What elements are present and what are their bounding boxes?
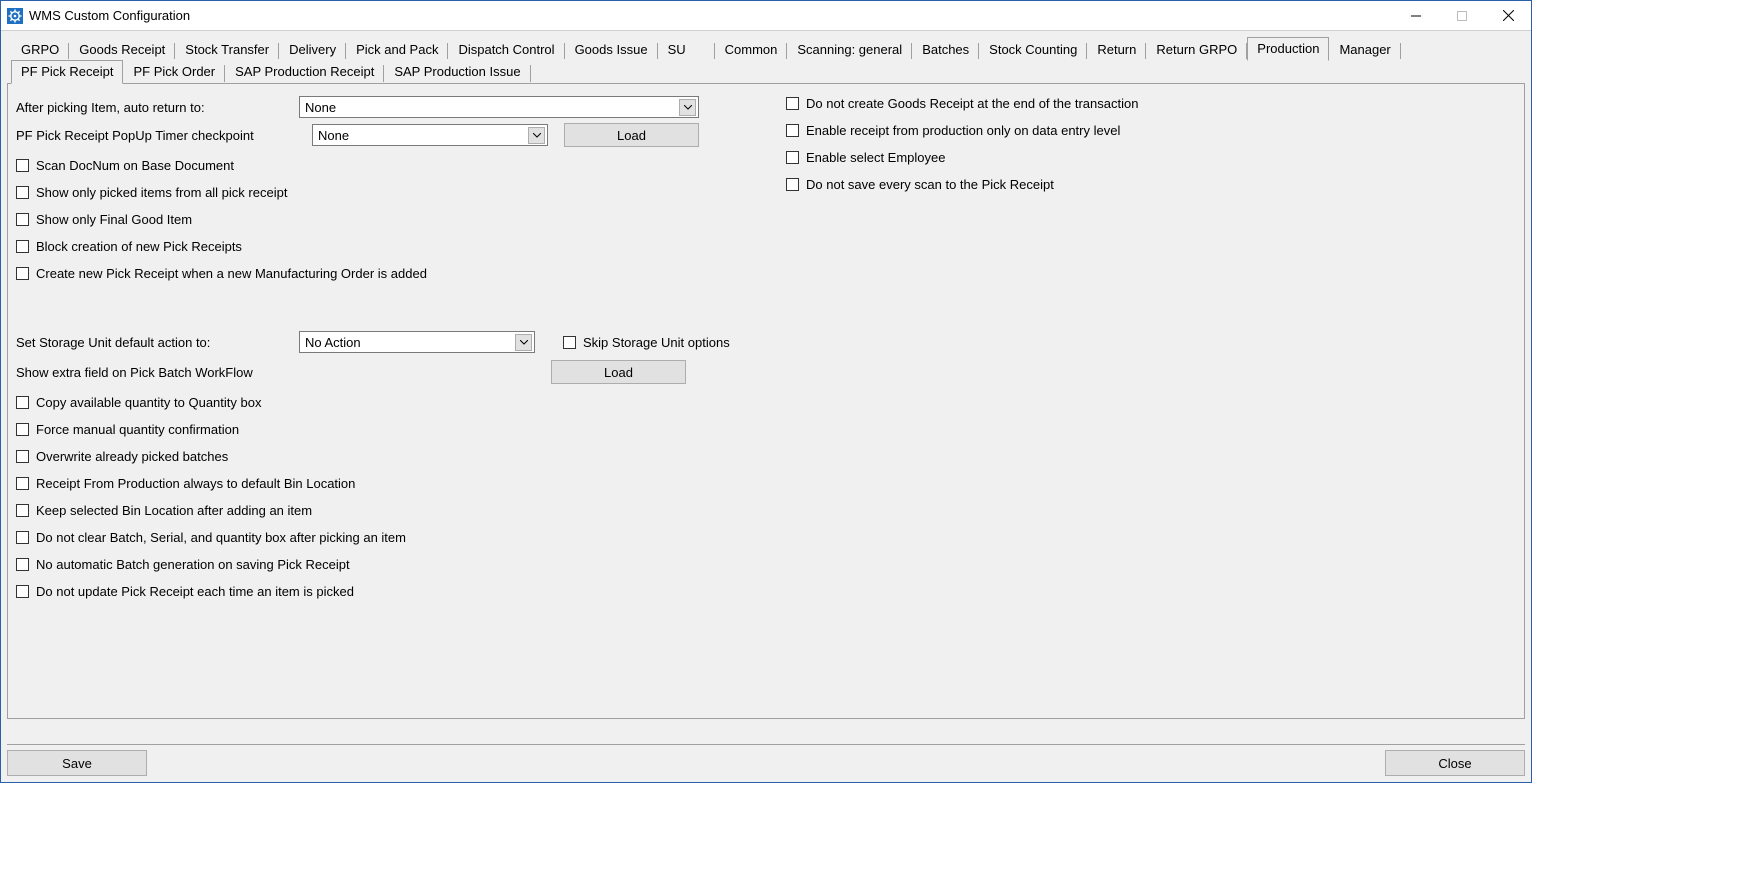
titlebar: WMS Custom Configuration xyxy=(1,1,1531,31)
minimize-button[interactable] xyxy=(1393,1,1439,30)
checkbox-icon xyxy=(786,97,799,110)
chk-do-not-save-every-scan[interactable]: Do not save every scan to the Pick Recei… xyxy=(786,177,1514,192)
tab-su[interactable]: SU xyxy=(658,38,715,61)
checkbox-icon xyxy=(16,450,29,463)
checkbox-icon xyxy=(786,151,799,164)
chk-copy-available-qty[interactable]: Copy available quantity to Quantity box xyxy=(16,395,786,410)
checkbox-icon xyxy=(16,186,29,199)
chk-show-only-final-good[interactable]: Show only Final Good Item xyxy=(16,212,786,227)
tab-stock-counting[interactable]: Stock Counting xyxy=(979,38,1087,61)
tab-grpo[interactable]: GRPO xyxy=(11,38,69,61)
window-title: WMS Custom Configuration xyxy=(29,8,1393,23)
chk-scan-docnum[interactable]: Scan DocNum on Base Document xyxy=(16,158,786,173)
after-picking-value: None xyxy=(305,100,679,115)
tab-goods-issue[interactable]: Goods Issue xyxy=(565,38,658,61)
window-controls xyxy=(1393,1,1531,30)
popup-timer-value: None xyxy=(318,128,528,143)
tab-dispatch-control[interactable]: Dispatch Control xyxy=(448,38,564,61)
save-button[interactable]: Save xyxy=(7,750,147,776)
maximize-button[interactable] xyxy=(1439,1,1485,30)
after-picking-select[interactable]: None xyxy=(299,96,699,118)
tab-return-grpo[interactable]: Return GRPO xyxy=(1146,38,1247,61)
tab-return[interactable]: Return xyxy=(1087,38,1146,61)
tab-page: After picking Item, auto return to: None… xyxy=(7,83,1525,719)
subtab-pf-pick-receipt[interactable]: PF Pick Receipt xyxy=(11,60,123,84)
checkbox-icon xyxy=(16,267,29,280)
app-window: WMS Custom Configuration GRPO Goods Rece… xyxy=(0,0,1532,783)
chk-skip-storage-unit[interactable]: Skip Storage Unit options xyxy=(563,335,730,350)
chk-block-creation[interactable]: Block creation of new Pick Receipts xyxy=(16,239,786,254)
tab-manager[interactable]: Manager xyxy=(1329,38,1400,61)
client-area: GRPO Goods Receipt Stock Transfer Delive… xyxy=(1,31,1531,782)
checkbox-icon xyxy=(16,159,29,172)
chk-show-only-picked[interactable]: Show only picked items from all pick rec… xyxy=(16,185,786,200)
chk-force-manual-qty[interactable]: Force manual quantity confirmation xyxy=(16,422,786,437)
tab-delivery[interactable]: Delivery xyxy=(279,38,346,61)
checkbox-icon xyxy=(786,124,799,137)
chk-do-not-clear[interactable]: Do not clear Batch, Serial, and quantity… xyxy=(16,530,786,545)
checkbox-icon xyxy=(16,585,29,598)
close-window-button[interactable] xyxy=(1485,1,1531,30)
storage-unit-value: No Action xyxy=(305,335,515,350)
chk-do-not-update-pick-receipt[interactable]: Do not update Pick Receipt each time an … xyxy=(16,584,786,599)
load-button-2[interactable]: Load xyxy=(551,360,686,384)
subtab-sap-production-issue[interactable]: SAP Production Issue xyxy=(384,60,530,84)
extra-field-label: Show extra field on Pick Batch WorkFlow xyxy=(16,365,551,380)
chevron-down-icon xyxy=(515,334,532,351)
popup-timer-select[interactable]: None xyxy=(312,124,548,146)
chevron-down-icon xyxy=(528,127,545,144)
storage-unit-select[interactable]: No Action xyxy=(299,331,535,353)
close-button[interactable]: Close xyxy=(1385,750,1525,776)
checkbox-icon xyxy=(16,423,29,436)
checkbox-icon xyxy=(786,178,799,191)
load-button-1[interactable]: Load xyxy=(564,123,699,147)
after-picking-label: After picking Item, auto return to: xyxy=(16,100,299,115)
checkbox-icon xyxy=(16,504,29,517)
tab-pick-and-pack[interactable]: Pick and Pack xyxy=(346,38,448,61)
checkbox-icon xyxy=(563,336,576,349)
chk-enable-receipt-data-entry[interactable]: Enable receipt from production only on d… xyxy=(786,123,1514,138)
storage-unit-label: Set Storage Unit default action to: xyxy=(16,335,299,350)
footer: Save Close xyxy=(7,744,1525,776)
tab-production[interactable]: Production xyxy=(1247,37,1329,61)
subtab-sap-production-receipt[interactable]: SAP Production Receipt xyxy=(225,60,384,84)
chk-receipt-default-bin[interactable]: Receipt From Production always to defaul… xyxy=(16,476,786,491)
subtab-pf-pick-order[interactable]: PF Pick Order xyxy=(123,60,225,84)
checkbox-icon xyxy=(16,396,29,409)
tab-common[interactable]: Common xyxy=(715,38,788,61)
chk-create-new-pick-receipt[interactable]: Create new Pick Receipt when a new Manuf… xyxy=(16,266,786,281)
tab-scanning-general[interactable]: Scanning: general xyxy=(787,38,912,61)
checkbox-icon xyxy=(16,477,29,490)
chevron-down-icon xyxy=(679,99,696,116)
checkbox-icon xyxy=(16,213,29,226)
chk-no-goods-receipt[interactable]: Do not create Goods Receipt at the end o… xyxy=(786,96,1514,111)
tab-goods-receipt[interactable]: Goods Receipt xyxy=(69,38,175,61)
chk-keep-bin-location[interactable]: Keep selected Bin Location after adding … xyxy=(16,503,786,518)
checkbox-icon xyxy=(16,240,29,253)
chk-no-auto-batch[interactable]: No automatic Batch generation on saving … xyxy=(16,557,786,572)
popup-timer-label: PF Pick Receipt PopUp Timer checkpoint xyxy=(16,128,312,143)
sub-tabs: PF Pick Receipt PF Pick Order SAP Produc… xyxy=(7,60,1525,84)
main-tabs: GRPO Goods Receipt Stock Transfer Delive… xyxy=(7,37,1525,61)
tab-stock-transfer[interactable]: Stock Transfer xyxy=(175,38,279,61)
tab-batches[interactable]: Batches xyxy=(912,38,979,61)
checkbox-icon xyxy=(16,531,29,544)
chk-overwrite-batches[interactable]: Overwrite already picked batches xyxy=(16,449,786,464)
checkbox-icon xyxy=(16,558,29,571)
app-icon xyxy=(7,8,23,24)
chk-enable-select-employee[interactable]: Enable select Employee xyxy=(786,150,1514,165)
